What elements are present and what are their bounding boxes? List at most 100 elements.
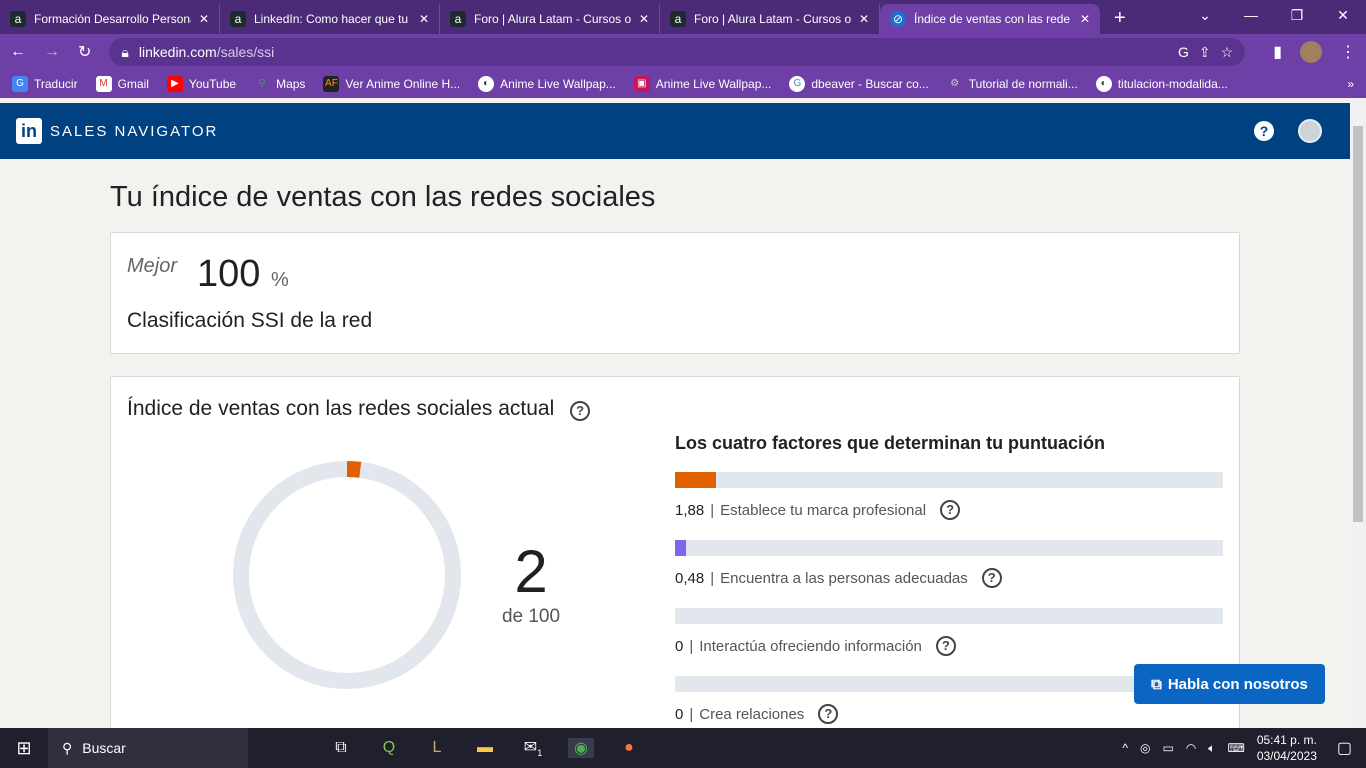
close-tab-icon[interactable]: ✕ (1080, 12, 1090, 26)
factor-label: Crea relaciones (699, 705, 805, 723)
linkedin-compass-icon: ⊘ (890, 11, 906, 27)
alura-icon: a (230, 11, 246, 27)
windows-start-icon[interactable]: ⊞ (0, 738, 48, 759)
taskbar-search[interactable]: ⚲ Buscar (48, 728, 248, 768)
rank-unit: % (271, 269, 289, 291)
help-icon[interactable]: ? (1254, 121, 1274, 141)
factor-label: Interactúa ofreciendo información (699, 637, 922, 655)
close-tab-icon[interactable]: ✕ (639, 12, 649, 26)
factor-value: 0 (675, 637, 684, 655)
browser-tab[interactable]: a Foro | Alura Latam - Cursos o ✕ (440, 4, 660, 34)
bookmark-star-icon[interactable]: ☆ (1221, 44, 1234, 61)
menu-icon[interactable]: ⋮ (1340, 42, 1356, 62)
address-bar[interactable]: 🔒︎ linkedin.com/sales/ssi G ⇪ ☆ (109, 38, 1246, 66)
help-circle-icon[interactable]: ? (981, 568, 1002, 588)
search-icon: ⚲ (62, 739, 73, 756)
rank-value: 100 (197, 253, 261, 295)
browser-tab-active[interactable]: ⊘ Índice de ventas con las rede ✕ (880, 4, 1100, 34)
google-icon[interactable]: G (1178, 44, 1189, 60)
bookmark[interactable]: ◐ Anime Live Wallpap... (478, 76, 616, 92)
task-view-icon[interactable]: ⧉ (328, 739, 354, 757)
help-circle-icon[interactable]: ? (570, 401, 591, 421)
factor-label: Encuentra a las personas adecuadas (720, 569, 968, 587)
factor-value: 1,88 (675, 501, 705, 519)
bookmark[interactable]: ⚙ Tutorial de normali... (947, 76, 1077, 92)
clock[interactable]: 05:41 p. m. 03/04/2023 (1257, 732, 1317, 764)
file-explorer-icon[interactable]: ▬ (472, 739, 498, 757)
factor-bar-fill (675, 540, 686, 556)
minimize-button[interactable]: — (1228, 0, 1274, 30)
gear-icon: ⚙ (950, 78, 960, 89)
chat-button[interactable]: ⧉ Habla con nosotros (1134, 664, 1325, 704)
factor-label: Establece tu marca profesional (720, 501, 927, 519)
ssi-score: 2 de 100 (501, 538, 561, 627)
firefox-icon[interactable]: ● (616, 739, 642, 757)
chat-icon: ⧉ (1151, 675, 1162, 693)
reload-icon[interactable]: ↻ (78, 42, 91, 62)
translate-icon: G (12, 76, 28, 92)
user-avatar[interactable] (1298, 119, 1322, 143)
linkedin-logo[interactable]: in (16, 118, 42, 144)
wallpaper-icon: ▣ (633, 76, 650, 92)
chrome-icon[interactable]: ◉ (568, 738, 594, 758)
bookmark[interactable]: AF Ver Anime Online H... (323, 76, 460, 92)
bookmark[interactable]: ▶ YouTube (166, 76, 236, 92)
mail-icon[interactable]: ✉1 (520, 737, 546, 758)
volume-icon[interactable]: 🔈︎ (1208, 741, 1215, 756)
keyboard-icon[interactable]: ⌨ (1227, 741, 1244, 755)
lock-icon: 🔒︎ (121, 43, 129, 60)
restore-button[interactable]: ❐ (1274, 0, 1320, 30)
separator: | (710, 569, 715, 587)
close-window-button[interactable]: ✕ (1320, 0, 1366, 30)
network-rank-card: Mejor 100 % Clasificación SSI de la red (110, 232, 1240, 354)
close-tab-icon[interactable]: ✕ (859, 12, 869, 26)
ssi-donut (233, 461, 461, 689)
tab-search-icon[interactable]: ⌄ (1182, 0, 1228, 30)
bookmark[interactable]: ▣ Anime Live Wallpap... (633, 76, 771, 92)
help-circle-icon[interactable]: ? (935, 636, 956, 656)
ssi-card: Índice de ventas con las redes sociales … (110, 376, 1240, 728)
qgis-icon[interactable]: Q (376, 739, 402, 757)
forward-icon[interactable]: → (44, 43, 60, 61)
browser-tab[interactable]: a LinkedIn: Como hacer que tu ✕ (220, 4, 440, 34)
browser-tab[interactable]: a Formación Desarrollo Personal ✕ (0, 4, 220, 34)
alura-icon: a (450, 11, 466, 27)
browser-tab[interactable]: a Foro | Alura Latam - Cursos o ✕ (660, 4, 880, 34)
separator: | (710, 501, 715, 519)
more-bookmarks-icon[interactable]: » (1347, 77, 1354, 91)
close-tab-icon[interactable]: ✕ (199, 12, 209, 26)
scrollbar-thumb[interactable] (1353, 126, 1363, 522)
google-icon: G (789, 76, 806, 92)
side-panel-icon[interactable]: ▮ (1273, 42, 1282, 62)
factor-row: 0 | Interactúa ofreciendo información? (675, 636, 1223, 656)
close-tab-icon[interactable]: ✕ (419, 12, 429, 26)
battery-icon[interactable]: ▭ (1162, 741, 1173, 755)
bookmark[interactable]: Gdbeaver - Buscar co... (789, 76, 929, 92)
gmail-icon: M (95, 76, 112, 92)
bookmark[interactable]: G Traducir (12, 76, 78, 92)
share-icon[interactable]: ⇪ (1199, 44, 1211, 61)
scrollbar[interactable] (1350, 98, 1366, 728)
factor-value: 0,48 (675, 569, 705, 587)
bookmark[interactable]: ⚲ Maps (254, 76, 305, 92)
camera-icon[interactable]: ◎ (1140, 741, 1150, 755)
factor-bar (675, 608, 1223, 624)
brand-name: SALES NAVIGATOR (50, 122, 219, 140)
rank-caption: Clasificación SSI de la red (127, 309, 373, 332)
help-circle-icon[interactable]: ? (818, 704, 839, 724)
league-icon[interactable]: L (424, 739, 450, 757)
notifications-icon[interactable]: ▢ (1337, 738, 1352, 758)
bookmark[interactable]: M Gmail (95, 76, 149, 92)
factor-row: 0 | Crea relaciones? (675, 704, 1223, 724)
new-tab-button[interactable]: + (1114, 7, 1126, 30)
help-circle-icon[interactable]: ? (940, 500, 961, 520)
wifi-icon[interactable]: ◠ (1186, 741, 1196, 755)
globe-icon: ◐ (478, 76, 495, 92)
profile-avatar[interactable] (1300, 41, 1322, 63)
bookmark[interactable]: ◐ titulacion-modalida... (1095, 76, 1228, 92)
factor-bar (675, 540, 1223, 556)
globe-icon: ◐ (1095, 76, 1112, 92)
show-hidden-icons[interactable]: ^ (1122, 741, 1128, 755)
tab-strip: a Formación Desarrollo Personal ✕ a LinkedI… (0, 0, 1366, 34)
back-icon[interactable]: ← (10, 43, 26, 61)
